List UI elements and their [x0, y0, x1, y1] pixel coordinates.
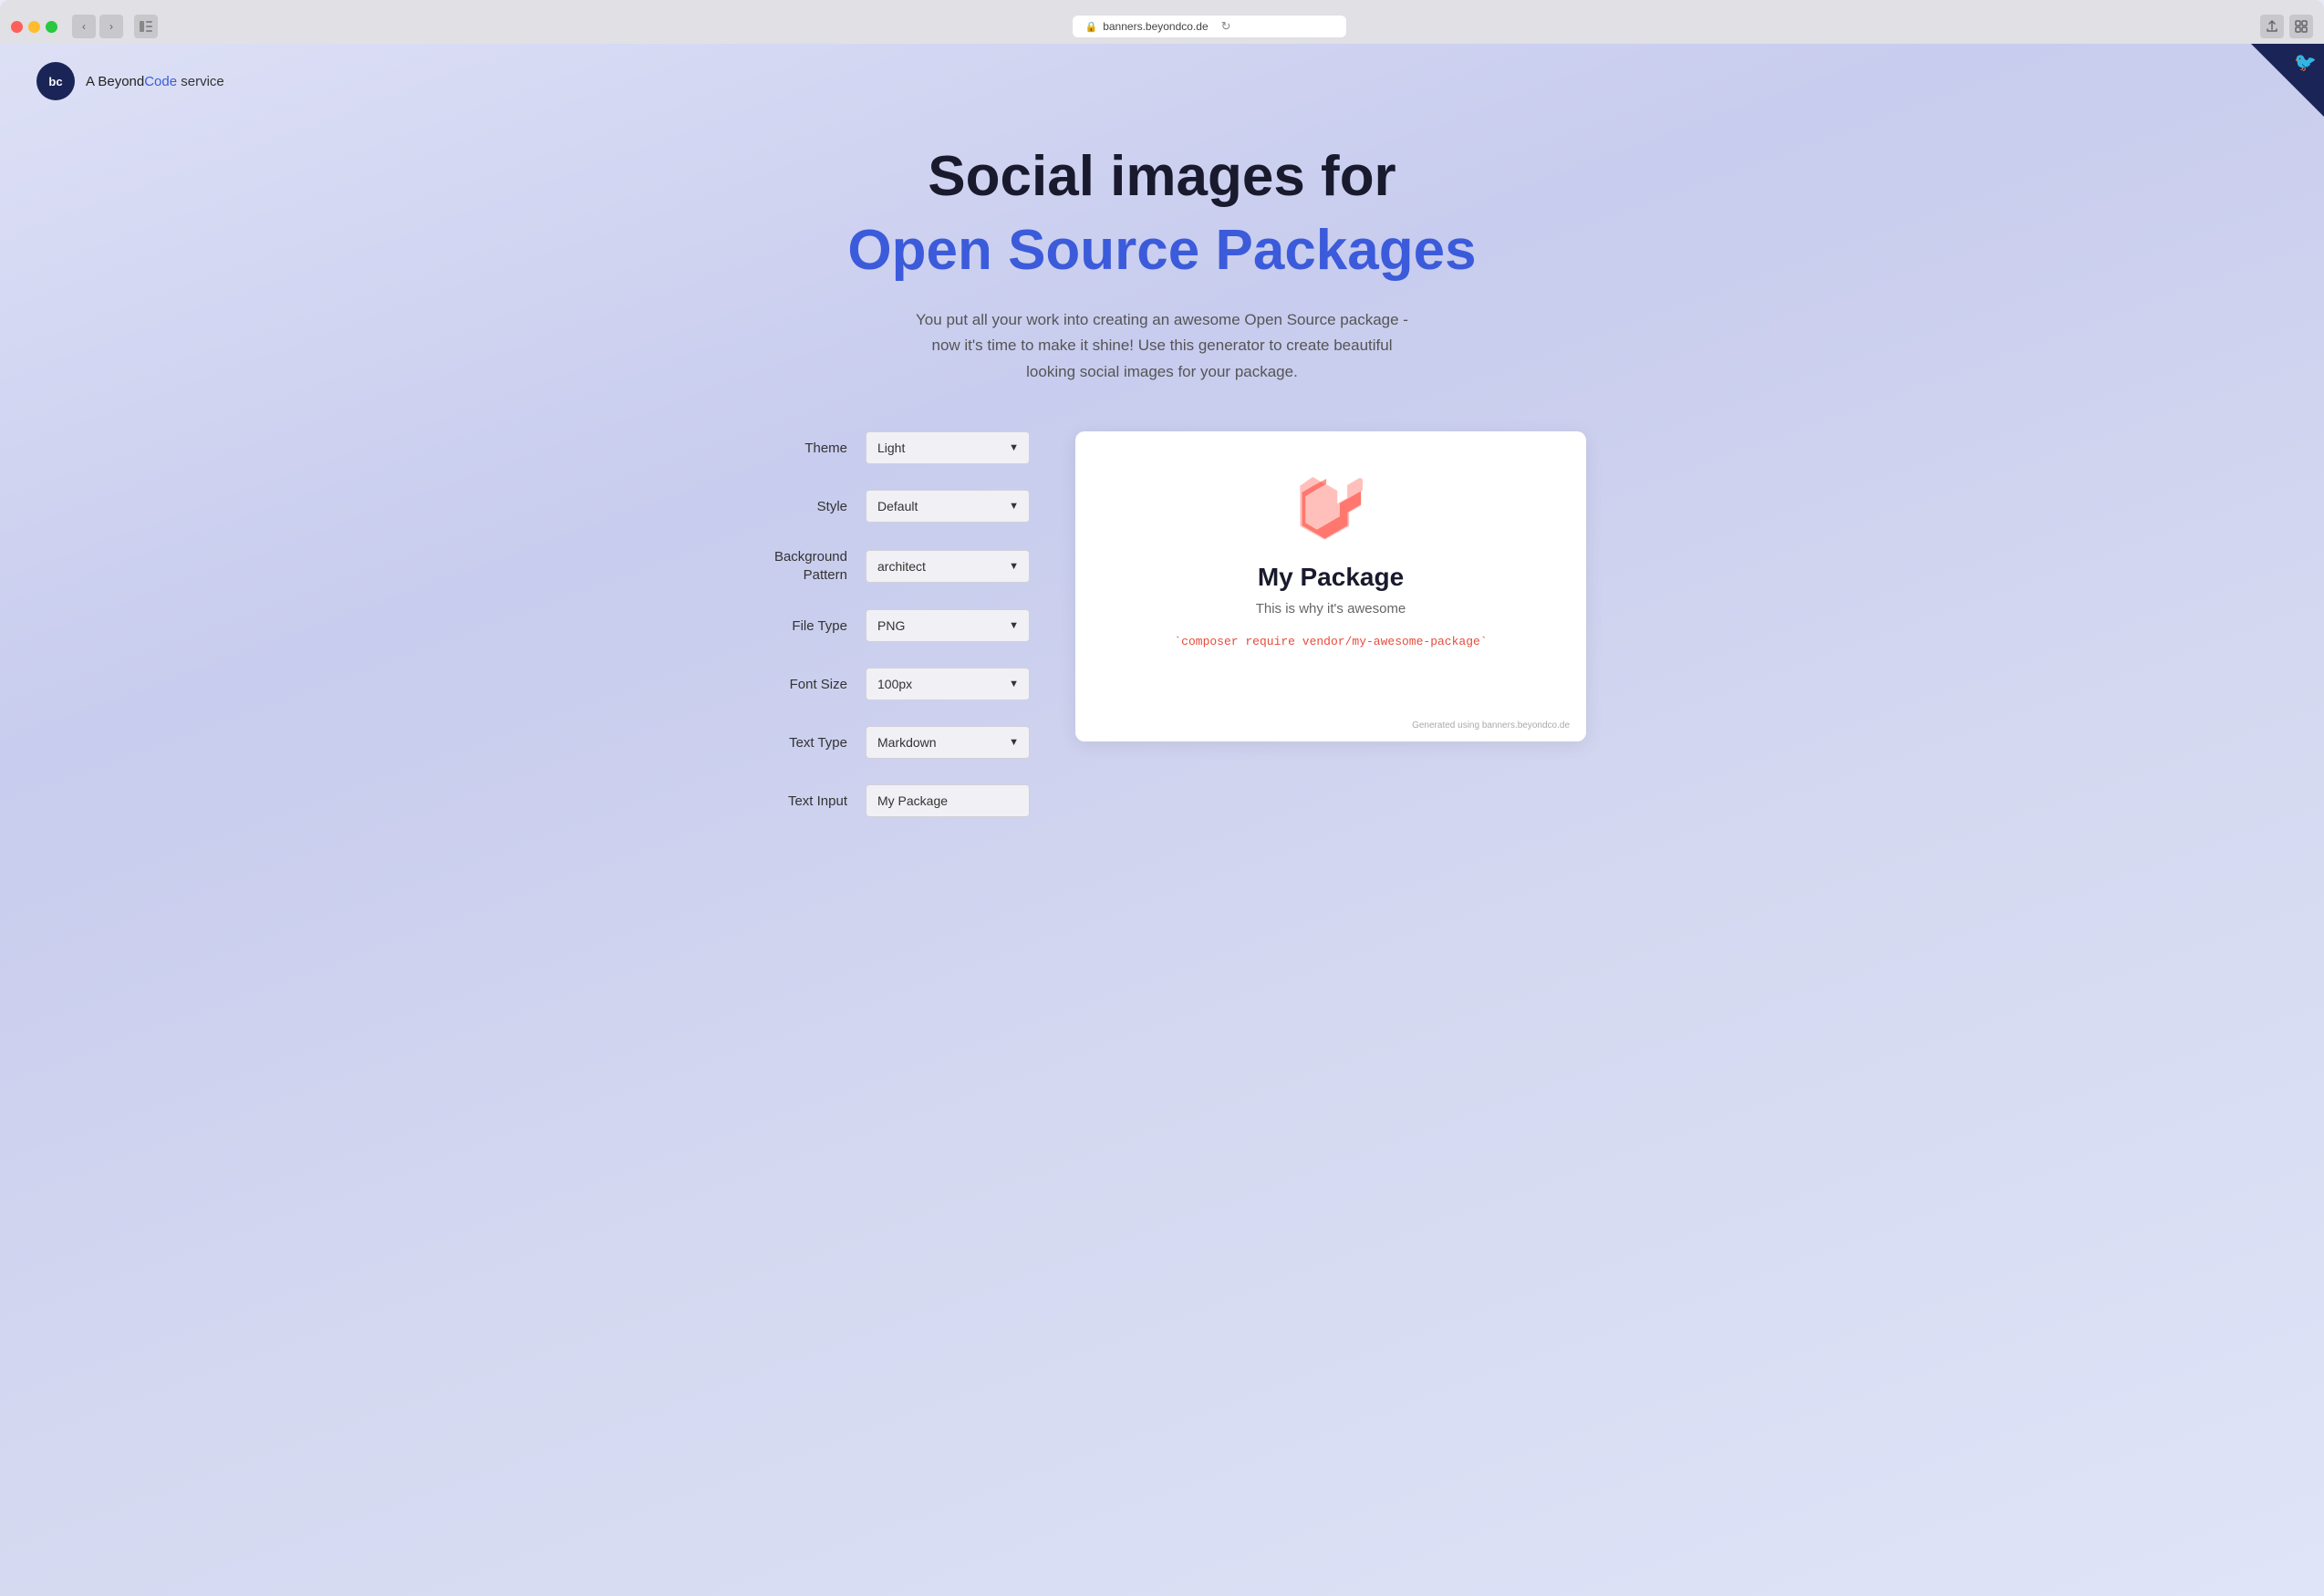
top-nav: bc A BeyondCode service [0, 44, 2324, 119]
laravel-logo [1299, 477, 1363, 541]
text-input-field[interactable] [866, 784, 1030, 817]
browser-actions [2260, 15, 2313, 38]
hero-section: Social images for Open Source Packages Y… [0, 119, 2324, 431]
text-input-control [866, 784, 1030, 817]
traffic-light-yellow[interactable] [28, 21, 40, 33]
reload-button[interactable]: ↻ [1221, 19, 1231, 34]
main-content: Theme Light Dark ▼ Style [615, 431, 1709, 843]
preview-card: My Package This is why it's awesome `com… [1075, 431, 1586, 741]
bg-pattern-select[interactable]: architect none dots lines [866, 550, 1030, 583]
theme-control: Light Dark ▼ [866, 431, 1030, 464]
nav-buttons: ‹ › [72, 15, 123, 38]
brand-suffix: service [177, 74, 224, 89]
style-label: Style [738, 498, 866, 516]
text-type-label: Text Type [738, 734, 866, 752]
text-input-label: Text Input [738, 793, 866, 811]
file-type-label: File Type [738, 617, 866, 636]
file-type-select-wrapper: PNG JPG SVG ▼ [866, 609, 1030, 642]
sidebar-button[interactable] [134, 15, 158, 38]
brand-code: Code [144, 74, 177, 89]
text-type-row: Text Type Markdown Plain ▼ [738, 726, 1030, 759]
preview-package-name: My Package [1258, 563, 1404, 592]
file-type-select[interactable]: PNG JPG SVG [866, 609, 1030, 642]
bg-pattern-label: Background Pattern [738, 548, 866, 584]
font-size-select[interactable]: 80px 100px 120px [866, 668, 1030, 700]
address-bar[interactable]: 🔒 banners.beyondco.de ↻ [1073, 16, 1346, 37]
style-control: Default Simple Minimal ▼ [866, 490, 1030, 523]
bird-icon: 🐦 [2294, 51, 2317, 74]
bg-pattern-row: Background Pattern architect none dots l… [738, 548, 1030, 584]
preview-section: My Package This is why it's awesome `com… [1075, 431, 1586, 741]
file-type-row: File Type PNG JPG SVG ▼ [738, 609, 1030, 642]
style-row: Style Default Simple Minimal ▼ [738, 490, 1030, 523]
hero-title-line1: Social images for [18, 146, 2306, 208]
text-type-select[interactable]: Markdown Plain [866, 726, 1030, 759]
file-type-control: PNG JPG SVG ▼ [866, 609, 1030, 642]
bg-pattern-select-wrapper: architect none dots lines ▼ [866, 550, 1030, 583]
theme-select-wrapper: Light Dark ▼ [866, 431, 1030, 464]
forward-button[interactable]: › [99, 15, 123, 38]
theme-row: Theme Light Dark ▼ [738, 431, 1030, 464]
font-size-label: Font Size [738, 676, 866, 694]
font-size-control: 80px 100px 120px ▼ [866, 668, 1030, 700]
form-section: Theme Light Dark ▼ Style [738, 431, 1030, 843]
style-select[interactable]: Default Simple Minimal [866, 490, 1030, 523]
style-select-wrapper: Default Simple Minimal ▼ [866, 490, 1030, 523]
text-type-control: Markdown Plain ▼ [866, 726, 1030, 759]
address-bar-wrapper: 🔒 banners.beyondco.de ↻ [220, 16, 2198, 37]
page-body: bc A BeyondCode service 🐦 Social images … [0, 44, 2324, 1596]
corner-bird: 🐦 [2251, 44, 2324, 117]
hero-title-line2: Open Source Packages [18, 217, 2306, 285]
logo-icon: bc [36, 62, 75, 100]
share-button[interactable] [2260, 15, 2284, 38]
preview-description: This is why it's awesome [1256, 601, 1406, 617]
traffic-lights [11, 21, 57, 33]
theme-label: Theme [738, 440, 866, 458]
theme-select[interactable]: Light Dark [866, 431, 1030, 464]
url-text: banners.beyondco.de [1103, 20, 1208, 33]
hero-description: You put all your work into creating an a… [907, 307, 1417, 387]
browser-chrome: ‹ › 🔒 banners.beyondco.de ↻ [0, 0, 2324, 44]
preview-command: `composer require vendor/my-awesome-pack… [1174, 635, 1487, 648]
lock-icon: 🔒 [1085, 21, 1098, 33]
brand-prefix: A Beyond [86, 74, 144, 89]
traffic-light-red[interactable] [11, 21, 23, 33]
traffic-light-green[interactable] [46, 21, 57, 33]
logo-area: bc A BeyondCode service [36, 62, 224, 100]
logo-text: A BeyondCode service [86, 74, 224, 89]
back-button[interactable]: ‹ [72, 15, 96, 38]
preview-footer: Generated using banners.beyondco.de [1412, 720, 1570, 731]
bg-pattern-control: architect none dots lines ▼ [866, 550, 1030, 583]
expand-button[interactable] [2289, 15, 2313, 38]
font-size-row: Font Size 80px 100px 120px ▼ [738, 668, 1030, 700]
text-input-row: Text Input [738, 784, 1030, 817]
text-type-select-wrapper: Markdown Plain ▼ [866, 726, 1030, 759]
font-size-select-wrapper: 80px 100px 120px ▼ [866, 668, 1030, 700]
nav-wrapper: bc A BeyondCode service 🐦 [0, 44, 2324, 119]
